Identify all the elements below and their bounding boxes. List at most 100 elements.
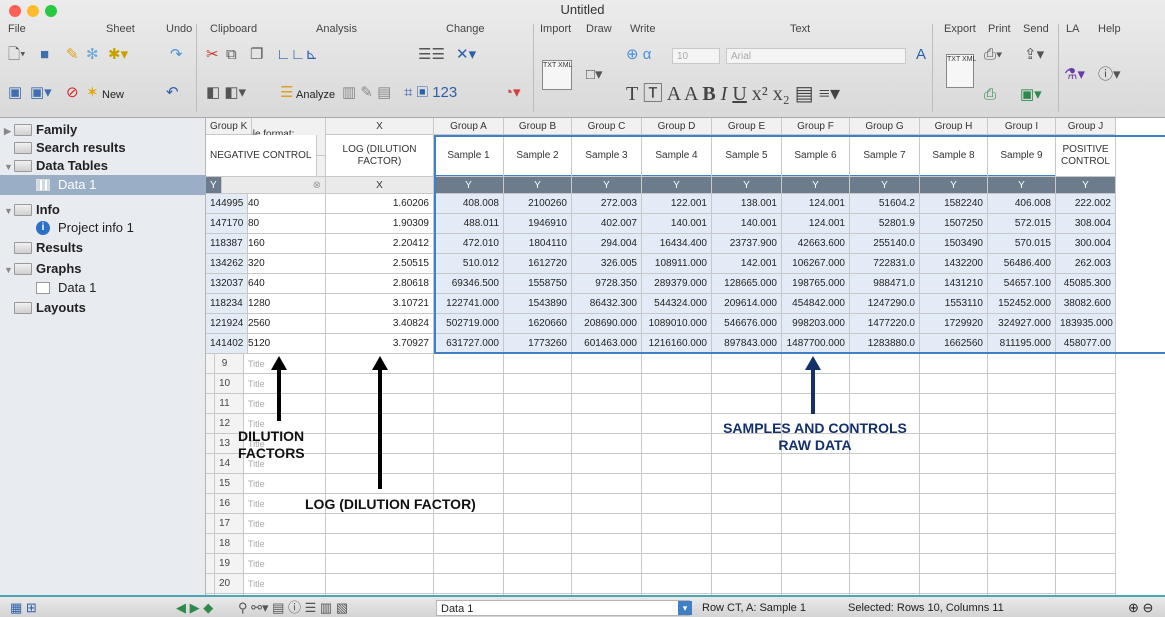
y-value-cell[interactable]: 631727.000 <box>434 334 504 354</box>
x-value-cell[interactable]: 2.80618 <box>326 274 434 294</box>
analyze-icon[interactable]: ☰ <box>280 84 293 102</box>
y-value-cell[interactable]: 406.008 <box>988 194 1056 214</box>
y-value-cell[interactable] <box>504 514 572 534</box>
y-value-cell[interactable] <box>434 454 504 474</box>
sidebar-item-results[interactable]: Results <box>0 238 206 258</box>
y-value-cell[interactable]: 324927.000 <box>988 314 1056 334</box>
y-value-cell[interactable]: 142.001 <box>712 254 782 274</box>
y-value-cell[interactable] <box>988 434 1056 454</box>
y-value-cell[interactable]: 601463.000 <box>572 334 642 354</box>
y-value-cell[interactable]: 510.012 <box>434 254 504 274</box>
y-value-cell[interactable]: 294.004 <box>572 234 642 254</box>
view-mode-icons[interactable]: ▦ ⊞ <box>10 600 37 616</box>
y-value-cell[interactable]: 897843.000 <box>712 334 782 354</box>
y-value-cell[interactable] <box>206 454 215 474</box>
y-value-cell[interactable]: 546676.000 <box>712 314 782 334</box>
y-value-cell[interactable]: 1089010.000 <box>642 314 712 334</box>
y-value-cell[interactable] <box>712 454 782 474</box>
x-value-cell[interactable] <box>326 434 434 454</box>
new-menu-button[interactable]: New <box>102 86 124 104</box>
column-title[interactable]: Sample 9 <box>988 135 1056 177</box>
stop-icon[interactable]: ⊘ <box>66 84 79 102</box>
y-value-cell[interactable] <box>434 514 504 534</box>
y-value-cell[interactable]: 1582240 <box>920 194 988 214</box>
y-value-cell[interactable] <box>434 534 504 554</box>
y-value-cell[interactable]: 1432200 <box>920 254 988 274</box>
x-value-cell[interactable] <box>326 554 434 574</box>
y-value-cell[interactable]: 262.003 <box>1056 254 1116 274</box>
sidebar-item-info[interactable]: ▼ Info <box>0 200 206 220</box>
y-value-cell[interactable] <box>782 354 850 374</box>
sheet-dropdown-icon[interactable]: ▾ <box>678 601 692 615</box>
y-value-cell[interactable] <box>642 514 712 534</box>
y-value-cell[interactable]: 38082.600 <box>1056 294 1116 314</box>
y-value-cell[interactable] <box>642 554 712 574</box>
y-value-cell[interactable]: 121924 <box>206 314 249 334</box>
y-value-cell[interactable]: 1553110 <box>920 294 988 314</box>
y-value-cell[interactable] <box>920 474 988 494</box>
y-value-cell[interactable]: 488.011 <box>434 214 504 234</box>
y-value-cell[interactable] <box>850 554 920 574</box>
y-value-cell[interactable]: 122.001 <box>642 194 712 214</box>
y-value-cell[interactable]: 54657.100 <box>988 274 1056 294</box>
y-value-cell[interactable] <box>642 494 712 514</box>
xy-graph-icon[interactable]: ∟∟⊾ <box>276 46 318 64</box>
y-value-cell[interactable] <box>434 354 504 374</box>
y-value-cell[interactable]: 255140.0 <box>850 234 920 254</box>
y-value-cell[interactable]: 300.004 <box>1056 234 1116 254</box>
y-value-cell[interactable] <box>642 534 712 554</box>
y-value-cell[interactable]: 1729920 <box>920 314 988 334</box>
y-value-cell[interactable]: 9728.350 <box>572 274 642 294</box>
y-value-cell[interactable] <box>1056 494 1116 514</box>
y-value-cell[interactable]: 152452.000 <box>988 294 1056 314</box>
y-value-cell[interactable]: 1612720 <box>504 254 572 274</box>
y-value-cell[interactable] <box>1056 414 1116 434</box>
y-value-cell[interactable] <box>206 374 215 394</box>
y-value-cell[interactable] <box>434 474 504 494</box>
y-value-cell[interactable] <box>1056 554 1116 574</box>
y-value-cell[interactable]: 1558750 <box>504 274 572 294</box>
column-title[interactable]: Sample 2 <box>504 135 572 177</box>
y-value-cell[interactable]: 988471.0 <box>850 274 920 294</box>
y-value-cell[interactable] <box>712 574 782 594</box>
sidebar-item-graphs[interactable]: ▼ Graphs <box>0 259 206 279</box>
y-value-cell[interactable] <box>988 394 1056 414</box>
sidebar-item-search-results[interactable]: Search results <box>0 138 206 158</box>
font-name-field[interactable]: Arial <box>726 48 906 64</box>
y-value-cell[interactable] <box>206 574 215 594</box>
row-title-cell[interactable]: 1280 <box>244 294 326 314</box>
y-value-cell[interactable] <box>850 394 920 414</box>
y-value-cell[interactable]: 132037 <box>206 274 249 294</box>
y-value-cell[interactable] <box>504 434 572 454</box>
y-value-cell[interactable]: 1773260 <box>504 334 572 354</box>
y-value-cell[interactable]: 124.001 <box>782 194 850 214</box>
paste-icon[interactable]: ❐ <box>250 46 263 64</box>
y-value-cell[interactable]: 45085.300 <box>1056 274 1116 294</box>
y-value-cell[interactable]: 272.003 <box>572 194 642 214</box>
row-title-cell[interactable]: 80 <box>244 214 326 234</box>
y-value-cell[interactable]: 86432.300 <box>572 294 642 314</box>
y-value-cell[interactable] <box>1056 454 1116 474</box>
y-value-cell[interactable] <box>434 434 504 454</box>
clear-icon[interactable]: ⊗ <box>313 180 321 191</box>
y-value-cell[interactable] <box>572 474 642 494</box>
y-value-cell[interactable]: 140.001 <box>712 214 782 234</box>
la-icon[interactable]: ⚗▾ <box>1064 66 1085 84</box>
y-value-cell[interactable]: 209614.000 <box>712 294 782 314</box>
y-value-cell[interactable] <box>782 494 850 514</box>
clipboard-icon[interactable]: ◧ ◧▾ <box>206 84 246 102</box>
y-value-cell[interactable]: 570.015 <box>988 234 1056 254</box>
x-column-title[interactable]: LOG (DILUTION FACTOR) <box>326 135 434 177</box>
y-value-cell[interactable] <box>434 394 504 414</box>
y-value-cell[interactable]: 1503490 <box>920 234 988 254</box>
y-value-cell[interactable] <box>850 454 920 474</box>
row-title-placeholder[interactable]: Title <box>244 394 326 414</box>
y-value-cell[interactable] <box>434 554 504 574</box>
y-value-cell[interactable]: 472.010 <box>434 234 504 254</box>
pin-icon[interactable]: ✱▾ <box>108 46 128 64</box>
column-title[interactable]: Sample 6 <box>782 135 850 177</box>
y-value-cell[interactable]: 69346.500 <box>434 274 504 294</box>
y-value-cell[interactable] <box>782 534 850 554</box>
y-value-cell[interactable] <box>434 414 504 434</box>
y-value-cell[interactable] <box>1056 374 1116 394</box>
